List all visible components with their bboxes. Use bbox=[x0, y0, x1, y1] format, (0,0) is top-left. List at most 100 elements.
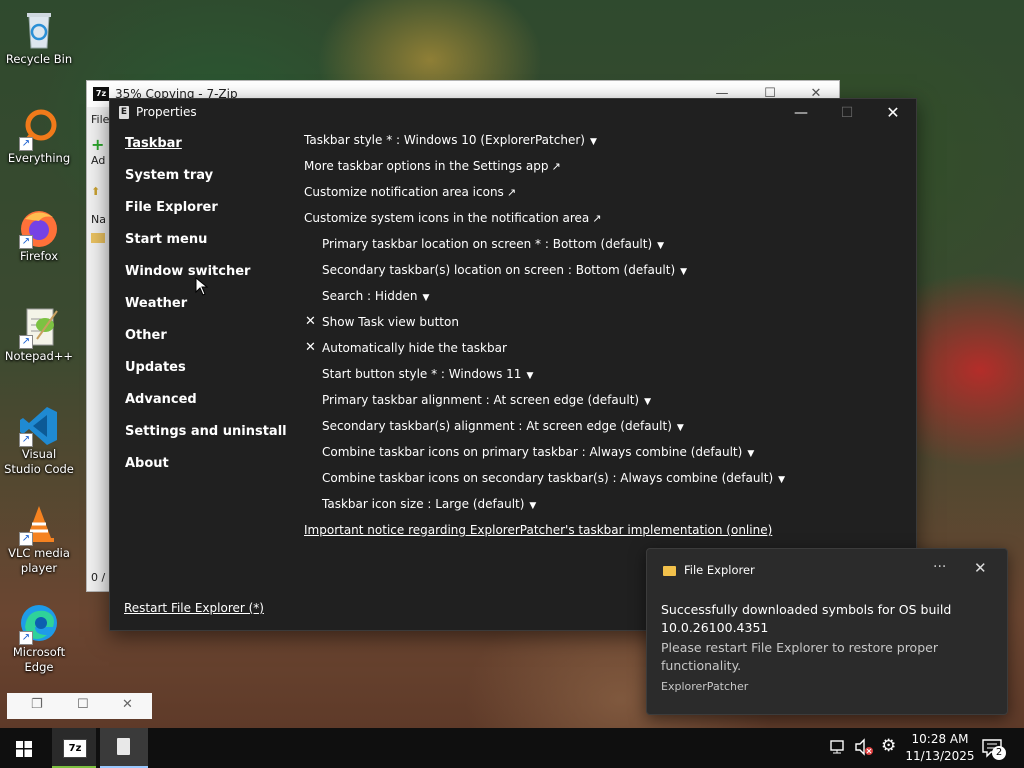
restore-icon[interactable]: ❐ bbox=[31, 697, 43, 712]
dropdown-arrow-icon: ▼ bbox=[526, 371, 534, 381]
shortcut-arrow-icon: ↗ bbox=[19, 532, 33, 546]
nav-weather[interactable]: Weather bbox=[125, 296, 187, 311]
desktop-icon-recycle-bin[interactable]: Recycle Bin bbox=[2, 8, 76, 67]
option-primary-taskbar-alignment[interactable]: Primary taskbar alignment : At screen ed… bbox=[322, 393, 651, 407]
option-more-taskbar-options[interactable]: More taskbar options in the Settings app… bbox=[304, 159, 561, 173]
desktop-icon-label: Microsoft Edge bbox=[12, 645, 66, 674]
option-label: Start button style * : Windows 11 bbox=[322, 367, 522, 381]
taskbar-explorerpatcher[interactable] bbox=[100, 728, 148, 768]
dropdown-arrow-icon: ▼ bbox=[589, 137, 597, 147]
recycle-bin-icon bbox=[17, 8, 61, 52]
edge-icon: ↗ bbox=[17, 601, 61, 645]
vlc-icon: ↗ bbox=[17, 502, 61, 546]
minimize-button[interactable]: — bbox=[778, 99, 824, 127]
option-search[interactable]: Search : Hidden ▼ bbox=[322, 289, 429, 303]
shortcut-arrow-icon: ↗ bbox=[19, 235, 33, 249]
dropdown-arrow-icon: ▼ bbox=[529, 501, 537, 511]
desktop-icon-notepadpp[interactable]: ↗ Notepad++ bbox=[2, 305, 76, 364]
external-link-icon: ↗ bbox=[592, 212, 602, 225]
option-customize-system-icons[interactable]: Customize system icons in the notificati… bbox=[304, 211, 601, 225]
everything-search-icon: ↗ bbox=[17, 107, 61, 151]
properties-titlebar[interactable]: E Properties — ☐ ✕ bbox=[110, 99, 916, 127]
dropdown-arrow-icon: ▼ bbox=[747, 449, 755, 459]
window-controls-bar[interactable]: ❐ ☐ ✕ bbox=[7, 693, 152, 719]
option-auto-hide-taskbar[interactable]: Automatically hide the taskbar bbox=[322, 341, 507, 355]
option-customize-notification-icons[interactable]: Customize notification area icons ↗ bbox=[304, 185, 516, 199]
more-options-icon[interactable]: ··· bbox=[933, 559, 946, 575]
dropdown-arrow-icon: ▼ bbox=[680, 267, 688, 277]
nav-file-explorer[interactable]: File Explorer bbox=[125, 200, 218, 215]
nav-settings-and-uninstall[interactable]: Settings and uninstall bbox=[125, 424, 287, 439]
option-combine-primary[interactable]: Combine taskbar icons on primary taskbar… bbox=[322, 445, 754, 459]
notification-center-icon[interactable]: 2 bbox=[982, 738, 1006, 760]
clock-time: 10:28 AM bbox=[911, 732, 969, 746]
sevenzip-menu-file[interactable]: File bbox=[91, 113, 109, 126]
dropdown-arrow-icon: ▼ bbox=[676, 423, 684, 433]
up-folder-icon[interactable]: ⬆ bbox=[91, 185, 100, 198]
shortcut-arrow-icon: ↗ bbox=[19, 137, 33, 151]
desktop-icon-label: Notepad++ bbox=[4, 349, 74, 363]
desktop-icon-label: Visual Studio Code bbox=[4, 447, 74, 476]
folder-icon bbox=[663, 566, 676, 576]
toast-attribution: ExplorerPatcher bbox=[661, 680, 749, 693]
nav-taskbar[interactable]: Taskbar bbox=[125, 136, 182, 151]
maximize-icon[interactable]: ☐ bbox=[77, 697, 89, 712]
option-show-task-view-button[interactable]: Show Task view button bbox=[322, 315, 459, 329]
desktop-icon-vlc[interactable]: ↗ VLC media player bbox=[2, 502, 76, 576]
option-primary-taskbar-location[interactable]: Primary taskbar location on screen * : B… bbox=[322, 237, 664, 251]
dropdown-arrow-icon: ▼ bbox=[657, 241, 665, 251]
option-taskbar-style[interactable]: Taskbar style * : Windows 10 (ExplorerPa… bbox=[304, 133, 597, 147]
option-label: Search : Hidden bbox=[322, 289, 418, 303]
sevenzip-add-button[interactable]: + Ad bbox=[91, 135, 105, 167]
desktop-icon-edge[interactable]: ↗ Microsoft Edge bbox=[2, 601, 76, 675]
nav-about[interactable]: About bbox=[125, 456, 169, 471]
vscode-icon: ↗ bbox=[17, 403, 61, 447]
toast-close-icon[interactable]: ✕ bbox=[974, 559, 987, 577]
option-secondary-taskbar-location[interactable]: Secondary taskbar(s) location on screen … bbox=[322, 263, 687, 277]
settings-gear-icon[interactable]: ⚙ bbox=[881, 736, 896, 756]
network-icon[interactable] bbox=[829, 739, 847, 755]
desktop-icon-label: Firefox bbox=[19, 249, 59, 263]
taskbar-clock[interactable]: 10:28 AM 11/13/2025 bbox=[905, 731, 975, 765]
taskbar: 7z ⚙ 10:28 AM 11/13/2025 2 bbox=[0, 728, 1024, 768]
nav-system-tray[interactable]: System tray bbox=[125, 168, 213, 183]
properties-app-icon bbox=[117, 738, 130, 755]
toast-title: Successfully downloaded symbols for OS b… bbox=[661, 602, 952, 635]
external-link-icon: ↗ bbox=[506, 186, 517, 199]
windows-logo-icon bbox=[16, 741, 32, 757]
option-label: Combine taskbar icons on secondary taskb… bbox=[322, 471, 774, 485]
option-taskbar-icon-size[interactable]: Taskbar icon size : Large (default) ▼ bbox=[322, 497, 536, 511]
shortcut-arrow-icon: ↗ bbox=[19, 335, 33, 349]
nav-window-switcher[interactable]: Window switcher bbox=[125, 264, 250, 279]
restart-file-explorer-link[interactable]: Restart File Explorer (*) bbox=[124, 601, 264, 615]
close-icon[interactable]: ✕ bbox=[122, 697, 133, 712]
taskbar-7zip[interactable]: 7z bbox=[52, 728, 96, 768]
sevenzip-name-column[interactable]: Na bbox=[91, 213, 106, 226]
start-button[interactable] bbox=[0, 728, 48, 768]
volume-muted-icon[interactable] bbox=[854, 738, 874, 756]
properties-title: Properties bbox=[136, 105, 197, 119]
shortcut-arrow-icon: ↗ bbox=[19, 433, 33, 447]
desktop-icon-vscode[interactable]: ↗ Visual Studio Code bbox=[2, 403, 76, 477]
desktop-icon-label: Recycle Bin bbox=[5, 52, 73, 66]
option-start-button-style[interactable]: Start button style * : Windows 11 ▼ bbox=[322, 367, 533, 381]
notification-count-badge: 2 bbox=[992, 746, 1006, 760]
nav-updates[interactable]: Updates bbox=[125, 360, 186, 375]
option-secondary-taskbar-alignment[interactable]: Secondary taskbar(s) alignment : At scre… bbox=[322, 419, 684, 433]
toast-body: Please restart File Explorer to restore … bbox=[661, 640, 938, 673]
nav-other[interactable]: Other bbox=[125, 328, 167, 343]
desktop-icon-firefox[interactable]: ↗ Firefox bbox=[2, 205, 76, 264]
close-button[interactable]: ✕ bbox=[870, 99, 916, 127]
desktop-icon-everything[interactable]: ↗ Everything bbox=[2, 107, 76, 166]
desktop-icon-label: VLC media player bbox=[8, 546, 70, 575]
maximize-button[interactable]: ☐ bbox=[824, 99, 870, 127]
folder-icon bbox=[91, 233, 105, 243]
toast-notification[interactable]: File Explorer ··· ✕ Successfully downloa… bbox=[646, 548, 1008, 715]
nav-start-menu[interactable]: Start menu bbox=[125, 232, 207, 247]
important-notice-link[interactable]: Important notice regarding ExplorerPatch… bbox=[304, 523, 772, 537]
option-combine-secondary[interactable]: Combine taskbar icons on secondary taskb… bbox=[322, 471, 785, 485]
nav-advanced[interactable]: Advanced bbox=[125, 392, 197, 407]
option-label: Show Task view button bbox=[322, 315, 459, 329]
option-label: Taskbar icon size : Large (default) bbox=[322, 497, 525, 511]
toast-app-name: File Explorer bbox=[684, 563, 755, 577]
